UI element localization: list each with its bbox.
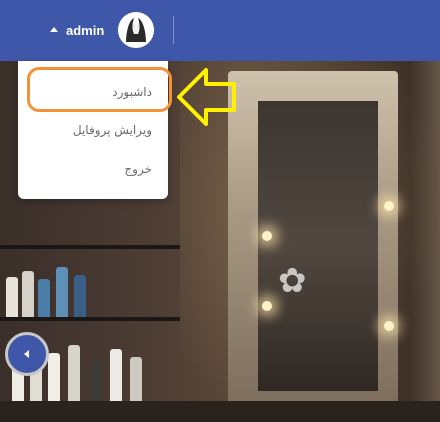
menu-item-logout[interactable]: خروج <box>124 162 152 176</box>
caret-up-icon <box>50 26 58 32</box>
navbar-divider <box>173 16 174 44</box>
user-menu-toggle[interactable]: admin <box>50 10 155 50</box>
shelf <box>0 245 180 249</box>
highlight-annotation <box>27 67 172 112</box>
arrow-annotation-icon <box>177 68 236 126</box>
top-navbar: admin <box>0 0 440 61</box>
avatar[interactable] <box>118 12 155 48</box>
sidebar-collapse-button[interactable] <box>5 332 49 376</box>
shelf <box>0 317 180 321</box>
caret-left-icon <box>23 350 29 358</box>
user-avatar-icon <box>118 12 155 48</box>
mirror-logo-icon: ✿ <box>278 261 307 301</box>
username-label: admin <box>66 22 105 38</box>
menu-item-edit-profile[interactable]: ویرایش پروفایل <box>73 123 152 137</box>
